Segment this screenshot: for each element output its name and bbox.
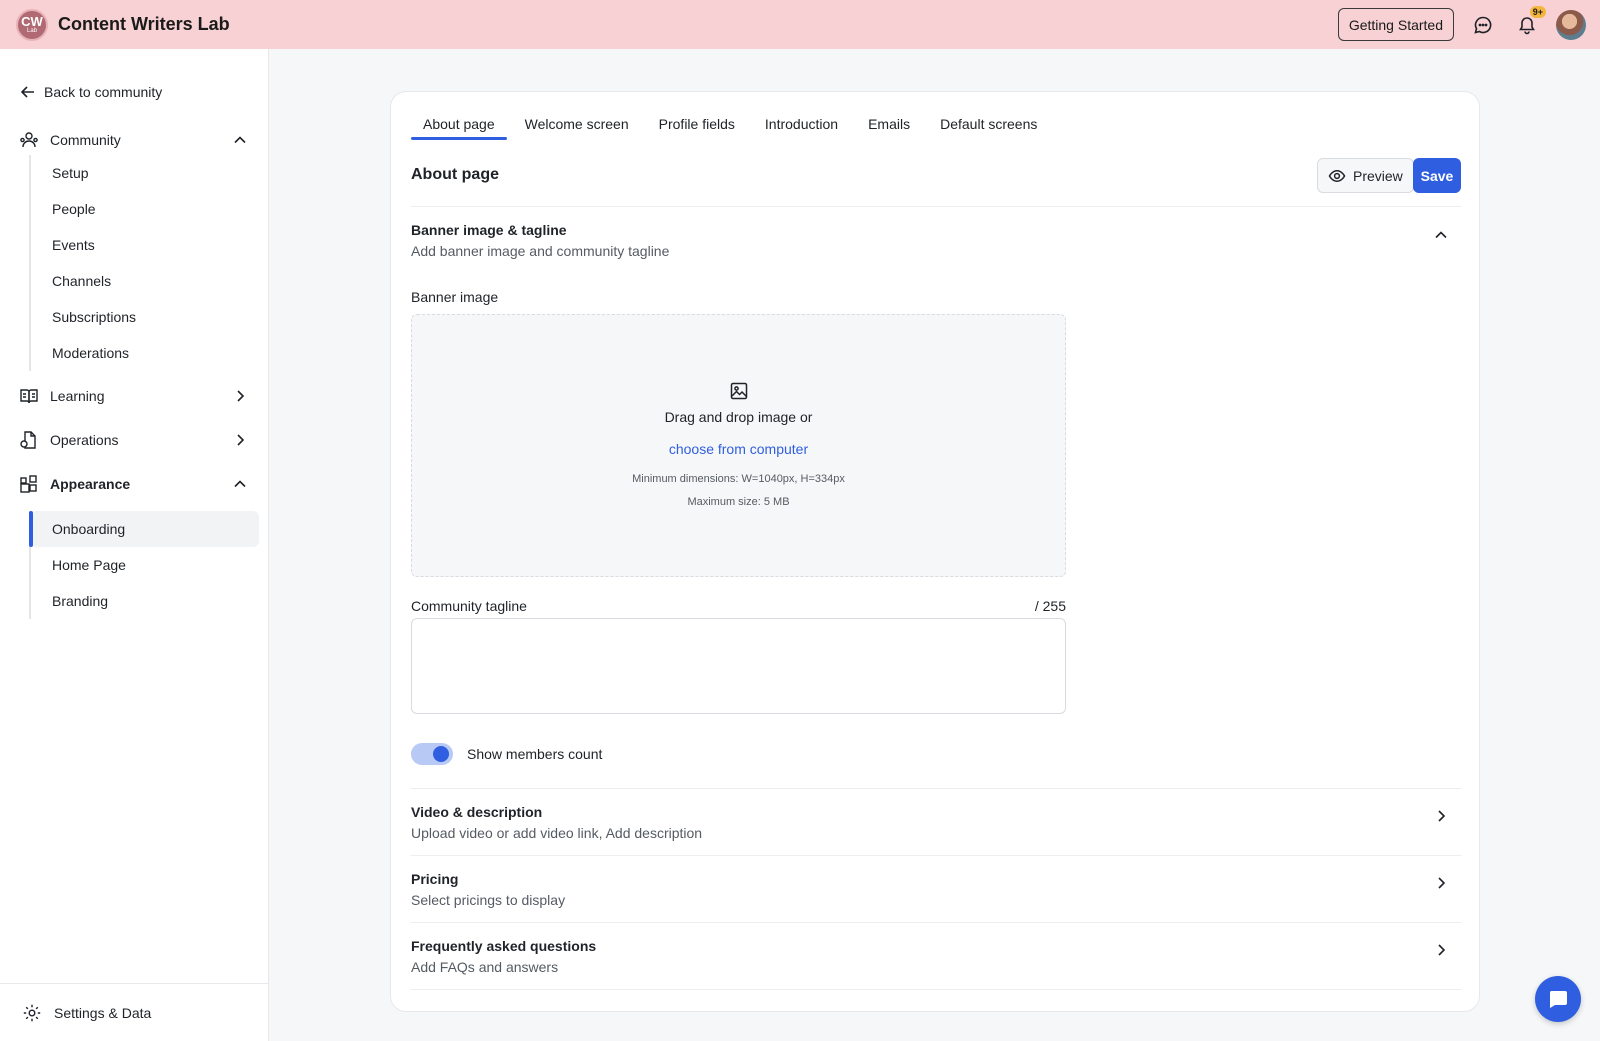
- chat-bubble-icon: [1549, 991, 1567, 1008]
- community-subitems: Setup People Events Channels Subscriptio…: [29, 155, 259, 371]
- sidebar-section-community[interactable]: Community: [18, 127, 250, 153]
- sidebar-section-label: Learning: [50, 388, 105, 404]
- support-chat-button[interactable]: [1535, 976, 1581, 1022]
- community-tagline-label: Community tagline: [411, 598, 527, 614]
- banner-image-label: Banner image: [411, 289, 499, 305]
- avatar[interactable]: [1556, 9, 1586, 40]
- max-size-hint: Maximum size: 5 MB: [687, 496, 790, 508]
- sidebar-section-label: Appearance: [50, 476, 131, 492]
- chevron-up-icon[interactable]: [230, 130, 250, 150]
- appearance-icon: [18, 473, 40, 495]
- min-dimensions-hint: Minimum dimensions: W=1040px, H=334px: [632, 473, 845, 485]
- logo-subtext: Lab: [26, 28, 37, 34]
- chevron-right-icon[interactable]: [1431, 806, 1451, 826]
- chevron-right-icon[interactable]: [230, 386, 250, 406]
- sidebar-section-appearance[interactable]: Appearance: [18, 471, 250, 497]
- preview-label: Preview: [1353, 167, 1403, 184]
- gear-icon: [23, 1004, 41, 1021]
- save-button[interactable]: Save: [1413, 158, 1461, 193]
- back-label: Back to community: [44, 84, 163, 100]
- chevron-right-icon[interactable]: [1431, 940, 1451, 960]
- divider: [411, 922, 1461, 923]
- chevron-right-icon[interactable]: [1431, 873, 1451, 893]
- onboarding-tabs: About page Welcome screen Profile fields…: [411, 116, 1055, 140]
- image-icon: [730, 382, 747, 400]
- banner-image-dropzone[interactable]: Drag and drop image or choose from compu…: [411, 314, 1066, 577]
- chevron-right-icon[interactable]: [230, 430, 250, 450]
- bell-icon[interactable]: 9+: [1512, 5, 1546, 40]
- tab-welcome-screen[interactable]: Welcome screen: [513, 116, 641, 140]
- sidebar-section-operations[interactable]: Operations: [18, 427, 250, 453]
- top-bar: CW Lab Content Writers Lab Getting Start…: [0, 0, 1600, 49]
- sidebar-section-learning[interactable]: Learning: [18, 383, 250, 409]
- divider: [411, 206, 1461, 207]
- banner-section-subtitle: Add banner image and community tagline: [411, 243, 670, 259]
- about-page-card: About page Welcome screen Profile fields…: [390, 91, 1480, 1012]
- logo-text: CW: [21, 14, 43, 29]
- sidebar-item-branding[interactable]: Branding: [31, 583, 259, 619]
- sidebar-item-channels[interactable]: Channels: [31, 263, 259, 299]
- tab-profile-fields[interactable]: Profile fields: [647, 116, 747, 140]
- sidebar-section-label: Operations: [50, 432, 119, 448]
- community-tagline-input[interactable]: [411, 618, 1066, 714]
- tab-introduction[interactable]: Introduction: [753, 116, 850, 140]
- sidebar-item-setup[interactable]: Setup: [31, 155, 259, 191]
- community-logo[interactable]: CW Lab: [16, 8, 48, 41]
- eye-icon: [1328, 169, 1346, 182]
- video-section-title[interactable]: Video & description: [411, 804, 542, 820]
- pricing-section-title[interactable]: Pricing: [411, 871, 458, 887]
- faq-section-subtitle: Add FAQs and answers: [411, 959, 559, 975]
- chevron-up-icon[interactable]: [1431, 225, 1451, 245]
- arrow-left-icon: [20, 86, 34, 98]
- sidebar-item-people[interactable]: People: [31, 191, 259, 227]
- drop-text: Drag and drop image or: [664, 409, 813, 425]
- sidebar-item-events[interactable]: Events: [31, 227, 259, 263]
- toggle-knob: [433, 746, 449, 762]
- preview-button[interactable]: Preview: [1317, 158, 1414, 193]
- operations-icon: [18, 429, 40, 451]
- sidebar-item-home-page[interactable]: Home Page: [31, 547, 259, 583]
- community-icon: [18, 129, 40, 151]
- settings-label: Settings & Data: [54, 1004, 152, 1021]
- banner-section-title[interactable]: Banner image & tagline: [411, 222, 567, 238]
- sidebar-item-subscriptions[interactable]: Subscriptions: [31, 299, 259, 335]
- getting-started-button[interactable]: Getting Started: [1337, 8, 1454, 41]
- tab-about-page[interactable]: About page: [411, 116, 507, 140]
- chevron-up-icon[interactable]: [230, 474, 250, 494]
- page-title: About page: [411, 166, 499, 183]
- choose-from-computer-link[interactable]: choose from computer: [669, 441, 808, 457]
- show-members-count-label: Show members count: [467, 746, 603, 762]
- sidebar-item-onboarding[interactable]: Onboarding: [29, 511, 259, 547]
- pricing-section-subtitle: Select pricings to display: [411, 892, 566, 908]
- settings-data-link[interactable]: Settings & Data: [0, 983, 269, 1041]
- sidebar-item-moderations[interactable]: Moderations: [31, 335, 259, 371]
- book-icon: [18, 385, 40, 407]
- tab-emails[interactable]: Emails: [856, 116, 922, 140]
- notification-badge: 9+: [1529, 5, 1546, 18]
- sidebar: Back to community Community Setup People…: [0, 49, 269, 1041]
- tagline-char-counter: / 255: [1034, 598, 1066, 614]
- tab-default-screens[interactable]: Default screens: [928, 116, 1049, 140]
- divider: [411, 788, 1461, 789]
- community-name: Content Writers Lab: [58, 14, 230, 34]
- divider: [411, 855, 1461, 856]
- chat-icon[interactable]: [1468, 10, 1498, 40]
- show-members-count-toggle[interactable]: [411, 743, 453, 765]
- sidebar-section-label: Community: [50, 132, 121, 148]
- divider: [411, 989, 1461, 990]
- video-section-subtitle: Upload video or add video link, Add desc…: [411, 825, 703, 841]
- faq-section-title[interactable]: Frequently asked questions: [411, 938, 596, 954]
- back-to-community-link[interactable]: Back to community: [20, 84, 162, 100]
- appearance-subitems: Onboarding Home Page Branding: [29, 511, 259, 619]
